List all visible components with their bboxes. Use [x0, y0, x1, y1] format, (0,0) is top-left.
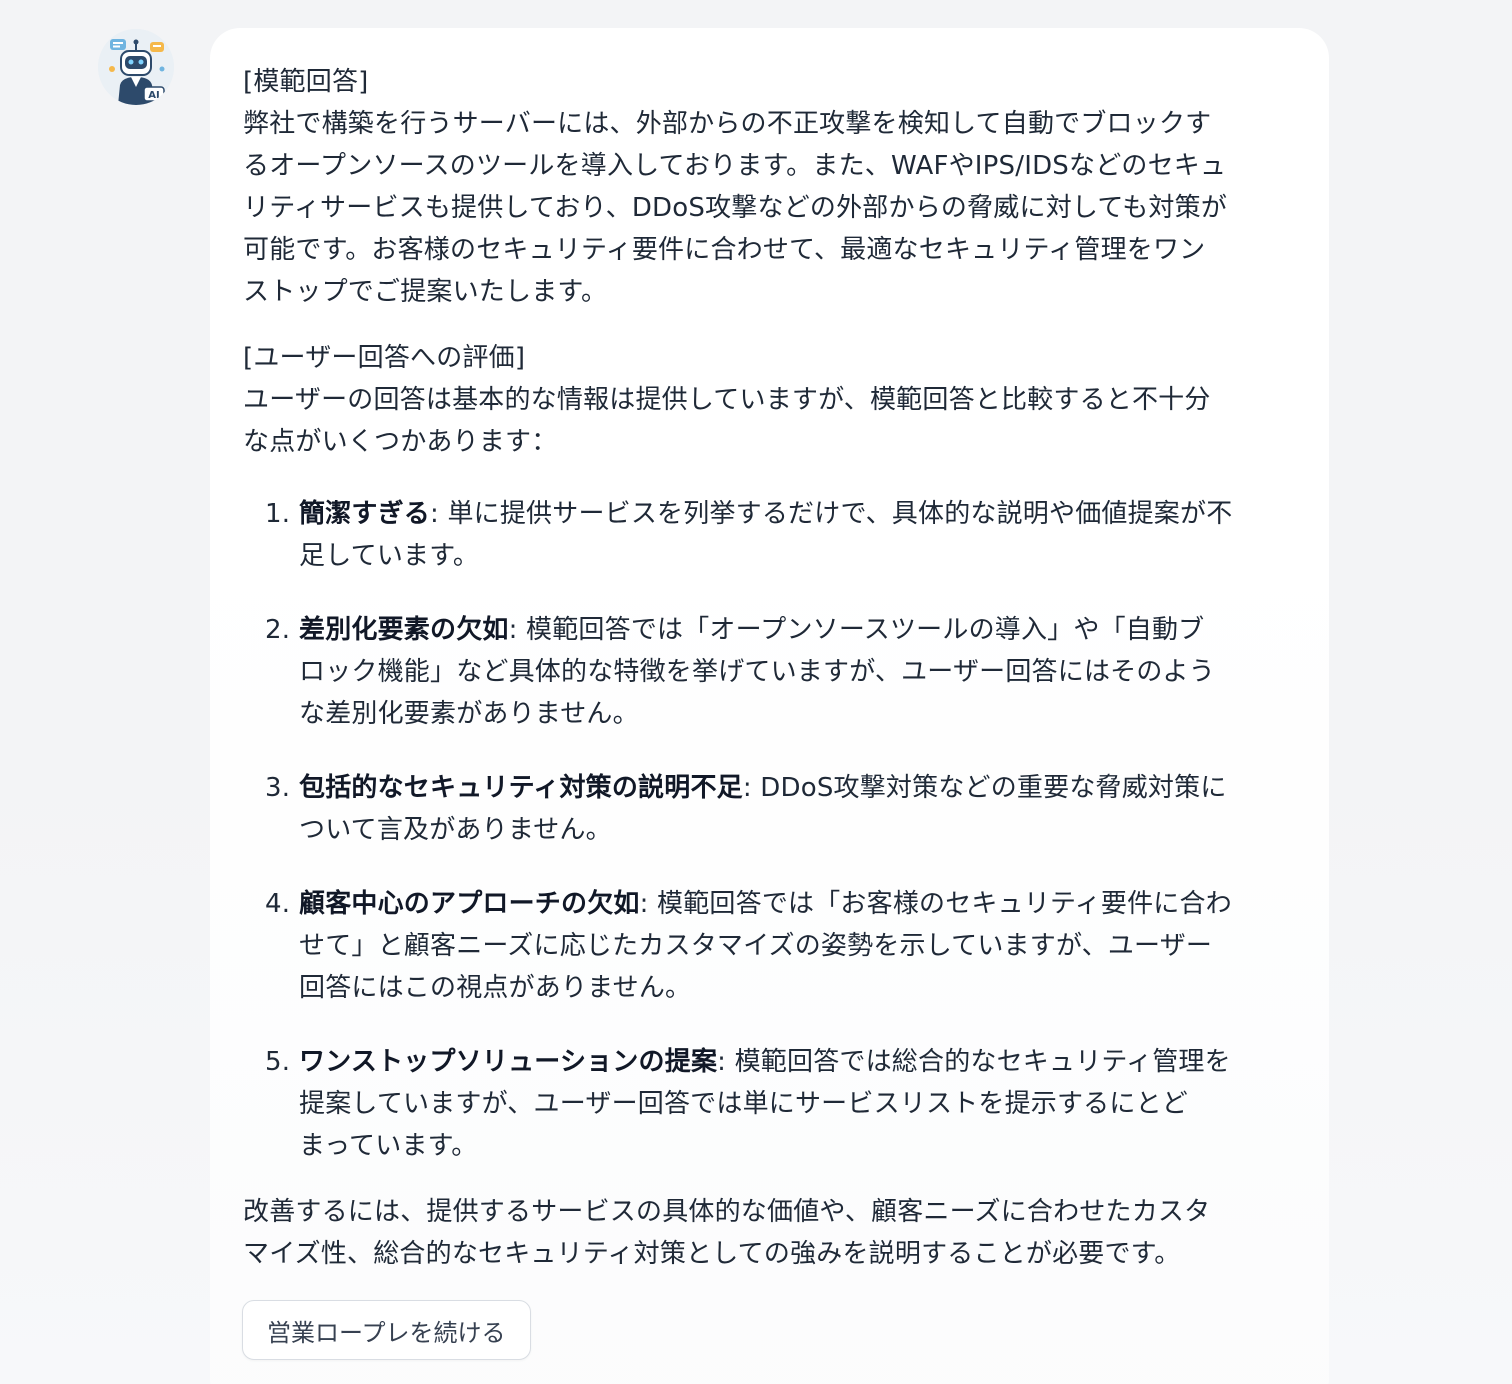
model-answer-line: リティサービスも提供しており、DDoS攻撃などの外部からの脅威に対しても対策が	[243, 193, 1228, 223]
list-item: 2. 差別化要素の欠如: 模範回答では「オープンソースツールの導入」や「自動ブ …	[265, 609, 1295, 735]
assistant-avatar: AI	[98, 29, 174, 105]
closing-paragraph: 改善するには、提供するサービスの具体的な価値や、顧客ニーズに合わせたカスタ マイ…	[243, 1191, 1295, 1275]
list-item: 1. 簡潔すぎる: 単に提供サービスを列挙するだけで、具体的な説明や価値提案が不…	[265, 493, 1295, 577]
point-text: 回答にはこの視点がありません。	[299, 973, 692, 1003]
point-text: まっています。	[299, 1131, 478, 1161]
point-title: 顧客中心のアプローチの欠如	[299, 889, 640, 919]
list-item-number: 5.	[265, 1047, 291, 1077]
point-text: : 単に提供サービスを列挙するだけで、具体的な説明や価値提案が不	[430, 499, 1233, 529]
list-item: 3. 包括的なセキュリティ対策の説明不足: DDoS攻撃対策などの重要な脅威対策…	[265, 767, 1295, 851]
model-answer-section: [模範回答] 弊社で構築を行うサーバーには、外部からの不正攻撃を検知して自動でブ…	[243, 61, 1295, 313]
evaluation-points-list: 1. 簡潔すぎる: 単に提供サービスを列挙するだけで、具体的な説明や価値提案が不…	[243, 493, 1295, 1167]
point-text: ついて言及がありません。	[299, 815, 612, 845]
evaluation-heading: [ユーザー回答への評価]	[243, 343, 526, 373]
model-answer-line: 弊社で構築を行うサーバーには、外部からの不正攻撃を検知して自動でブロックす	[243, 109, 1212, 139]
closing-line: マイズ性、総合的なセキュリティ対策としての強みを説明することが必要です。	[243, 1239, 1181, 1269]
list-item-number: 4.	[265, 889, 291, 919]
point-text: : 模範回答では「お客様のセキュリティ要件に合わ	[639, 889, 1232, 919]
list-item: 5. ワンストップソリューションの提案: 模範回答では総合的なセキュリティ管理を…	[265, 1041, 1295, 1167]
list-item: 4. 顧客中心のアプローチの欠如: 模範回答では「お客様のセキュリティ要件に合わ…	[265, 883, 1295, 1009]
point-text: 提案していますが、ユーザー回答では単にサービスリストを提示するにとど	[299, 1089, 1188, 1119]
robot-ai-icon: AI	[98, 29, 174, 105]
model-answer-line: るオープンソースのツールを導入しております。また、WAFやIPS/IDSなどのセ…	[243, 151, 1227, 181]
list-item-number: 1.	[265, 499, 291, 529]
point-text: せて」と顧客ニーズに応じたカスタマイズの姿勢を示していますが、ユーザー	[299, 931, 1213, 961]
point-text: ロック機能」など具体的な特徴を挙げていますが、ユーザー回答にはそのよう	[299, 657, 1215, 687]
closing-line: 改善するには、提供するサービスの具体的な価値や、顧客ニーズに合わせたカスタ	[243, 1197, 1211, 1227]
list-item-number: 2.	[265, 615, 291, 645]
point-text: : 模範回答では「オープンソースツールの導入」や「自動ブ	[508, 615, 1205, 645]
point-title: 簡潔すぎる	[299, 499, 431, 529]
model-answer-line: 可能です。お客様のセキュリティ要件に合わせて、最適なセキュリティ管理をワン	[243, 235, 1206, 265]
point-title: 包括的なセキュリティ対策の説明不足	[299, 773, 743, 803]
point-text: な差別化要素がありません。	[299, 699, 639, 729]
evaluation-line: な点がいくつかあります：	[243, 427, 558, 457]
assistant-message-bubble: [模範回答] 弊社で構築を行うサーバーには、外部からの不正攻撃を検知して自動でブ…	[210, 28, 1329, 1384]
avatar-badge: AI	[148, 90, 159, 101]
continue-roleplay-button[interactable]: 営業ロープレを続ける	[242, 1300, 531, 1360]
message-content: [模範回答] 弊社で構築を行うサーバーには、外部からの不正攻撃を検知して自動でブ…	[243, 61, 1295, 1275]
point-text: : 模範回答では総合的なセキュリティ管理を	[717, 1047, 1231, 1077]
evaluation-line: ユーザーの回答は基本的な情報は提供していますが、模範回答と比較すると不十分	[243, 385, 1211, 415]
point-text: 足しています。	[299, 541, 480, 571]
point-title: ワンストップソリューションの提案	[299, 1047, 718, 1077]
model-answer-heading: [模範回答]	[243, 67, 369, 97]
chat-page: AI [模範回答] 弊社で構築を行うサーバーには、外部からの不正攻撃を検知して自…	[0, 0, 1512, 1384]
model-answer-line: ストップでご提案いたします。	[243, 277, 608, 307]
point-text: : DDoS攻撃対策などの重要な脅威対策に	[742, 773, 1227, 803]
list-item-number: 3.	[265, 773, 291, 803]
point-title: 差別化要素の欠如	[299, 615, 509, 645]
evaluation-section: [ユーザー回答への評価] ユーザーの回答は基本的な情報は提供していますが、模範回…	[243, 337, 1295, 463]
